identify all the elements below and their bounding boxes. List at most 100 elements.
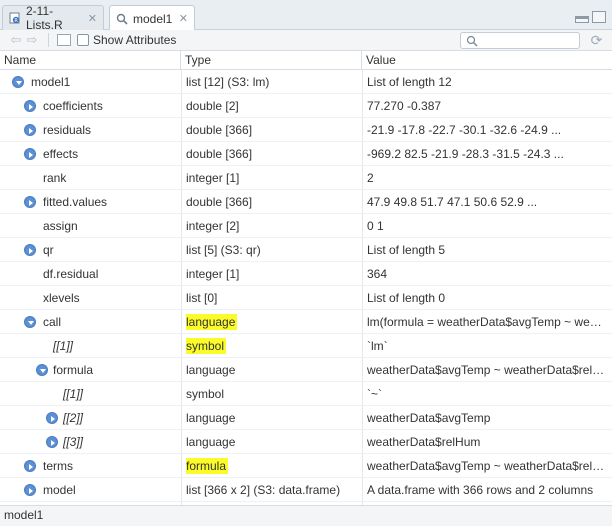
row-value: -21.9 -17.8 -22.7 -30.1 -32.6 -24.9 ... [367,123,562,137]
close-icon[interactable]: ✕ [179,12,188,25]
row-type-cell: list [5] (S3: qr) [186,238,358,262]
row-name-cell: fitted.values [0,190,181,214]
column-header: Name Type Value [0,51,612,70]
refresh-icon[interactable]: ⟳ [589,33,604,48]
row-type: list [12] (S3: lm) [186,75,270,89]
row-type: double [2] [186,99,239,113]
row-type-cell: language [186,310,358,334]
tree-row[interactable]: [[2]] language weatherData$avgTemp [0,406,612,430]
row-name-cell: [[1]] [0,382,181,406]
tree-row[interactable]: rank integer [1] 2 [0,166,612,190]
expand-toggle-icon[interactable] [24,124,36,136]
row-type: list [5] (S3: qr) [186,243,261,257]
expand-toggle-icon[interactable] [24,460,36,472]
tree-row[interactable]: fitted.values double [366] 47.9 49.8 51.7 … [0,190,612,214]
expand-toggle-icon[interactable] [24,196,36,208]
row-name: xlevels [43,291,80,305]
show-attributes-label[interactable]: Show Attributes [93,33,176,47]
row-value: 77.270 -0.387 [367,99,442,113]
tree-row[interactable]: call language lm(formula = weatherData$avg… [0,310,612,334]
tab-label: 2-11-Lists.R [26,4,63,32]
toolbar: ⇦ ⇨ Show Attributes ⟳ [0,30,612,51]
expand-toggle-icon[interactable] [24,100,36,112]
row-name: [[2]] [63,411,84,425]
tree-row[interactable]: residuals double [366] -21.9 -17.8 -22.7 -… [0,118,612,142]
tree-row[interactable]: coefficients double [2] 77.270 -0.387 [0,94,612,118]
tab-lists-script[interactable]: R 2-11-Lists.R ✕ [2,4,104,32]
row-name-cell: model1 [0,70,181,94]
row-type: language [186,411,236,425]
tree-row[interactable]: xlevels list [0] List of length 0 [0,286,612,310]
forward-arrow-icon[interactable]: ⇨ [24,32,40,48]
maximize-icon[interactable] [592,11,606,23]
row-value: A data.frame with 366 rows and 2 columns [367,483,594,497]
show-attributes-checkbox[interactable] [77,34,89,46]
column-header-name[interactable]: Name [0,51,181,70]
row-value: weatherData$avgTemp [367,411,491,425]
row-type-cell: double [366] [186,118,358,142]
row-type-cell: language [186,430,358,454]
row-type-cell: formula [186,454,358,478]
row-value: lm(formula = weatherData$avgTemp ~ weath… [367,315,607,329]
tree-row[interactable]: qr list [5] (S3: qr) List of length 5 [0,238,612,262]
row-type: double [366] [186,123,253,137]
row-name-cell: xlevels [0,286,181,310]
collapse-toggle-icon[interactable] [36,364,48,376]
row-name-cell: formula [0,358,181,382]
row-type-cell: integer [2] [186,214,358,238]
row-type-cell: integer [1] [186,262,358,286]
row-name-cell: assign [0,214,181,238]
row-type: integer [1] [186,171,240,185]
tree-row[interactable]: terms formula weatherData$avgTemp ~ weathe… [0,454,612,478]
row-value: 47.9 49.8 51.7 47.1 50.6 52.9 ... [367,195,538,209]
row-name: model1 [31,75,71,89]
tree-row[interactable]: effects double [366] -969.2 82.5 -21.9 -28… [0,142,612,166]
row-name-cell: terms [0,454,181,478]
tree-row[interactable]: [[1]] symbol `lm` [0,334,612,358]
row-type-cell: double [2] [186,94,358,118]
collapse-toggle-icon[interactable] [12,76,24,88]
tree-row[interactable]: assign integer [2] 0 1 [0,214,612,238]
row-name: [[1]] [63,387,84,401]
row-type: list [366 x 2] (S3: data.frame) [186,483,341,497]
row-value: `~` [367,387,382,401]
expand-toggle-icon[interactable] [46,436,58,448]
close-icon[interactable]: ✕ [88,12,97,25]
expand-toggle-icon[interactable] [24,148,36,160]
row-type-cell: double [366] [186,142,358,166]
row-name-cell: call [0,310,181,334]
search-input[interactable] [460,32,580,49]
row-name-cell: [[3]] [0,430,181,454]
back-arrow-icon[interactable]: ⇦ [8,32,24,48]
tree-row[interactable]: [[3]] language weatherData$relHum [0,430,612,454]
tree-row[interactable]: [[1]] symbol `~` [0,382,612,406]
collapse-toggle-icon[interactable] [24,316,36,328]
window-controls [575,11,606,23]
row-value: List of length 0 [367,291,446,305]
tree-row[interactable]: model1 list [12] (S3: lm) List of length 1… [0,70,612,94]
row-type: double [366] [186,147,253,161]
row-type: language [186,435,236,449]
row-name-cell: [[1]] [0,334,181,358]
row-value: -969.2 82.5 -21.9 -28.3 -31.5 -24.3 ... [367,147,564,161]
object-tree: model1 list [12] (S3: lm) List of length 1… [0,70,612,505]
row-value: List of length 12 [367,75,452,89]
row-name: df.residual [43,267,99,281]
column-header-value[interactable]: Value [362,51,612,70]
tree-row[interactable]: formula language weatherData$avgTemp ~ wea… [0,358,612,382]
expand-toggle-icon[interactable] [24,484,36,496]
row-value: weatherData$avgTemp ~ weatherData$relHum [367,363,607,377]
tab-model1[interactable]: model1 ✕ [109,5,195,31]
expand-toggle-icon[interactable] [46,412,58,424]
tab-label: model1 [133,11,173,26]
tree-row[interactable]: model list [366 x 2] (S3: data.frame) A da… [0,478,612,502]
row-name: call [43,315,62,329]
expand-toggle-icon[interactable] [24,244,36,256]
column-header-type[interactable]: Type [181,51,362,70]
tab-bar: R 2-11-Lists.R ✕ model1 ✕ [0,0,612,32]
row-type: list [0] [186,291,218,305]
minimize-icon[interactable] [575,16,589,23]
popout-icon[interactable] [57,34,71,46]
row-type-cell: symbol [186,334,358,358]
tree-row[interactable]: df.residual integer [1] 364 [0,262,612,286]
